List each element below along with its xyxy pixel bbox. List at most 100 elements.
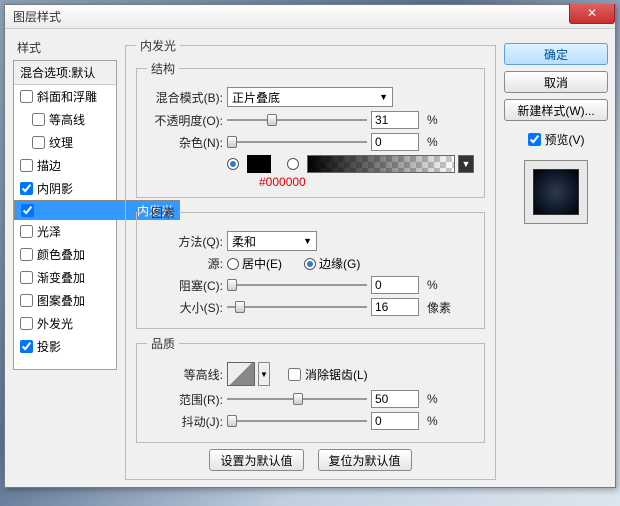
style-item-label: 图案叠加 [37, 292, 85, 309]
contour-picker[interactable] [227, 362, 255, 386]
antialias-checkbox[interactable] [288, 368, 301, 381]
range-slider[interactable] [227, 392, 367, 406]
styles-list: 混合选项:默认 斜面和浮雕等高线纹理描边内阴影内发光光泽颜色叠加渐变叠加图案叠加… [13, 60, 117, 370]
source-edge-radio[interactable]: 边缘(G) [304, 255, 360, 272]
style-item-label: 等高线 [49, 111, 85, 128]
quality-legend: 品质 [147, 335, 179, 352]
noise-slider[interactable] [227, 135, 367, 149]
style-item-0[interactable]: 斜面和浮雕 [14, 85, 116, 108]
choke-unit: % [427, 278, 438, 292]
size-input[interactable]: 16 [371, 298, 419, 316]
jitter-unit: % [427, 414, 438, 428]
color-hex-note: #000000 [259, 175, 474, 189]
style-item-9[interactable]: 图案叠加 [14, 289, 116, 312]
settings-panel: 内发光 结构 混合模式(B): 正片叠底 ▼ 不透明度(O): 31 [125, 37, 496, 479]
panel-title: 内发光 [136, 37, 180, 54]
range-unit: % [427, 392, 438, 406]
style-checkbox[interactable] [20, 90, 33, 103]
contour-dropdown[interactable]: ▼ [258, 362, 270, 386]
reset-default-button[interactable]: 复位为默认值 [318, 449, 412, 471]
elements-legend: 图素 [147, 204, 179, 221]
opacity-slider[interactable] [227, 113, 367, 127]
choke-input[interactable]: 0 [371, 276, 419, 294]
blend-mode-label: 混合模式(B): [147, 89, 223, 106]
source-center-radio[interactable]: 居中(E) [227, 255, 282, 272]
antialias-label: 消除锯齿(L) [305, 366, 368, 383]
ok-button[interactable]: 确定 [504, 43, 608, 65]
elements-group: 图素 方法(Q): 柔和 ▼ 源: 居中(E) 边缘(G) [136, 204, 485, 329]
layer-style-dialog: 图层样式 ✕ 样式 混合选项:默认 斜面和浮雕等高线纹理描边内阴影 内发光光泽颜色… [4, 4, 616, 488]
source-label: 源: [147, 255, 223, 272]
technique-select[interactable]: 柔和 ▼ [227, 231, 317, 251]
style-item-1[interactable]: 等高线 [14, 108, 116, 131]
style-checkbox[interactable] [32, 136, 45, 149]
noise-unit: % [427, 135, 438, 149]
range-label: 范围(R): [147, 391, 223, 408]
range-input[interactable]: 50 [371, 390, 419, 408]
color-mode-solid-radio[interactable] [227, 158, 239, 170]
preview-box [524, 160, 588, 224]
structure-group: 结构 混合模式(B): 正片叠底 ▼ 不透明度(O): 31 % [136, 60, 485, 198]
noise-input[interactable]: 0 [371, 133, 419, 151]
blend-mode-select[interactable]: 正片叠底 ▼ [227, 87, 393, 107]
titlebar[interactable]: 图层样式 ✕ [5, 5, 615, 29]
style-item-3[interactable]: 描边 [14, 154, 116, 177]
noise-label: 杂色(N): [147, 134, 223, 151]
style-item-label: 纹理 [49, 134, 73, 151]
style-item-4[interactable]: 内阴影 [14, 177, 116, 200]
cancel-button[interactable]: 取消 [504, 71, 608, 93]
style-checkbox[interactable] [20, 294, 33, 307]
choke-label: 阻塞(C): [147, 277, 223, 294]
preview-checkbox[interactable] [528, 133, 541, 146]
styles-header: 样式 [13, 37, 117, 60]
style-item-10[interactable]: 外发光 [14, 312, 116, 335]
opacity-unit: % [427, 113, 438, 127]
style-checkbox[interactable] [20, 271, 33, 284]
window-title: 图层样式 [13, 8, 61, 25]
jitter-label: 抖动(J): [147, 413, 223, 430]
jitter-input[interactable]: 0 [371, 412, 419, 430]
style-item-label: 光泽 [37, 223, 61, 240]
style-item-2[interactable]: 纹理 [14, 131, 116, 154]
new-style-button[interactable]: 新建样式(W)... [504, 99, 608, 121]
close-button[interactable]: ✕ [569, 4, 615, 24]
style-checkbox[interactable] [20, 182, 33, 195]
chevron-down-icon: ▼ [303, 236, 312, 246]
dialog-buttons: 确定 取消 新建样式(W)... 预览(V) [504, 37, 608, 479]
quality-group: 品质 等高线: ▼ 消除锯齿(L) 范围(R): 50 % [136, 335, 485, 443]
style-item-6[interactable]: 光泽 [14, 220, 116, 243]
make-default-button[interactable]: 设置为默认值 [209, 449, 303, 471]
style-checkbox[interactable] [20, 317, 33, 330]
choke-slider[interactable] [227, 278, 367, 292]
size-slider[interactable] [227, 300, 367, 314]
color-mode-gradient-radio[interactable] [287, 158, 299, 170]
style-item-8[interactable]: 渐变叠加 [14, 266, 116, 289]
preview-thumbnail [533, 169, 579, 215]
chevron-down-icon: ▼ [379, 92, 388, 102]
inner-glow-panel: 内发光 结构 混合模式(B): 正片叠底 ▼ 不透明度(O): 31 [125, 37, 496, 480]
style-item-label: 斜面和浮雕 [37, 88, 97, 105]
gradient-bar[interactable] [307, 155, 455, 173]
style-item-label: 描边 [37, 157, 61, 174]
style-item-label: 渐变叠加 [37, 269, 85, 286]
blend-options-header[interactable]: 混合选项:默认 [14, 61, 116, 85]
style-item-label: 内阴影 [37, 180, 73, 197]
style-item-11[interactable]: 投影 [14, 335, 116, 358]
size-label: 大小(S): [147, 299, 223, 316]
opacity-input[interactable]: 31 [371, 111, 419, 129]
gradient-dropdown[interactable]: ▼ [458, 155, 474, 173]
style-checkbox[interactable] [20, 340, 33, 353]
preview-label: 预览(V) [545, 131, 585, 148]
style-item-label: 投影 [37, 338, 61, 355]
style-item-label: 外发光 [37, 315, 73, 332]
style-checkbox[interactable] [20, 225, 33, 238]
technique-label: 方法(Q): [147, 233, 223, 250]
jitter-slider[interactable] [227, 414, 367, 428]
style-item-7[interactable]: 颜色叠加 [14, 243, 116, 266]
style-checkbox[interactable] [32, 113, 45, 126]
style-item-label: 颜色叠加 [37, 246, 85, 263]
style-checkbox[interactable] [21, 204, 34, 217]
color-swatch[interactable] [247, 155, 271, 173]
style-checkbox[interactable] [20, 159, 33, 172]
style-checkbox[interactable] [20, 248, 33, 261]
